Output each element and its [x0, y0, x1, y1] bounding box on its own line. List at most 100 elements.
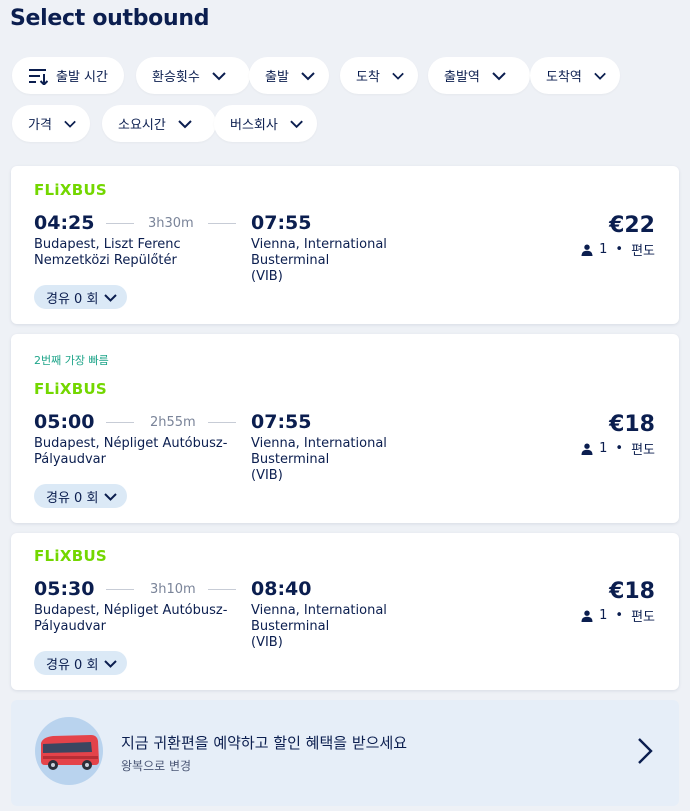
trip-type: 편도	[631, 443, 655, 458]
divider	[106, 223, 134, 224]
filter-label: 출발	[265, 70, 289, 85]
station-line: Pályaudvar	[34, 619, 106, 634]
filter-label: 환승횟수	[152, 70, 200, 85]
filter-price[interactable]: 가격	[12, 105, 90, 142]
separator-dot: •	[615, 242, 624, 257]
fastest-tag: 2번째 가장 빠름	[34, 354, 109, 367]
trip-card[interactable]: FLiXBUS 04:25 3h30m 07:55 Budapest, Lisz…	[11, 166, 679, 324]
station-line: Vienna, International Busterminal	[251, 237, 387, 268]
filter-label: 도착	[356, 70, 380, 85]
station-line: Nemzetközi Repülőtér	[34, 253, 177, 268]
filter-departure-station[interactable]: 출발역	[428, 57, 530, 94]
filter-label: 출발 시간	[56, 70, 108, 85]
filter-departure-time-sort[interactable]: 출발 시간	[12, 57, 124, 94]
chevron-down-icon	[392, 72, 404, 80]
trip-type: 편도	[631, 244, 655, 259]
page-title: Select outbound	[10, 6, 210, 31]
price: €18	[609, 579, 655, 604]
stops-toggle[interactable]: 경유 0 회	[34, 651, 128, 675]
chevron-down-icon	[290, 120, 303, 128]
passenger-info: 1 • 편도	[581, 439, 655, 458]
sort-icon	[29, 68, 48, 85]
chevron-down-icon	[104, 659, 118, 668]
station-line: (VIB)	[251, 269, 283, 284]
divider	[106, 422, 134, 423]
arrival-station: Vienna, International Busterminal (VIB)	[251, 436, 466, 484]
arrival-time: 07:55	[251, 212, 312, 234]
station-line: (VIB)	[251, 468, 283, 483]
operator-logo: FLiXBUS	[34, 181, 108, 199]
filter-label: 출발역	[444, 70, 480, 85]
person-icon	[581, 443, 593, 455]
chevron-down-icon	[594, 72, 606, 80]
divider	[208, 589, 236, 590]
trip-type: 편도	[631, 610, 655, 625]
price: €22	[609, 213, 655, 238]
station-line: Pályaudvar	[34, 452, 106, 467]
chevron-down-icon	[492, 71, 506, 80]
person-icon	[581, 610, 593, 622]
arrival-time: 08:40	[251, 578, 312, 600]
departure-station: Budapest, Népliget Autóbusz- Pályaudvar	[34, 436, 249, 468]
separator-dot: •	[615, 441, 624, 456]
arrival-time: 07:55	[251, 411, 312, 433]
departure-time: 05:30	[34, 578, 95, 600]
chevron-right-icon[interactable]	[635, 736, 655, 766]
stops-label: 경유 0 회	[46, 490, 99, 506]
separator-dot: •	[615, 608, 624, 623]
filter-label: 소요시간	[118, 118, 166, 133]
filter-label: 버스회사	[230, 118, 278, 133]
promo-subtitle: 왕복으로 변경	[121, 759, 192, 773]
filter-arrival-station[interactable]: 도착역	[530, 57, 620, 94]
station-line: Budapest, Liszt Ferenc	[34, 237, 181, 252]
station-line: (VIB)	[251, 635, 283, 650]
trip-duration: 3h30m	[148, 216, 194, 231]
departure-time: 05:00	[34, 411, 95, 433]
filter-arrival[interactable]: 도착	[340, 57, 418, 94]
divider	[106, 589, 134, 590]
departure-station: Budapest, Népliget Autóbusz- Pályaudvar	[34, 603, 249, 635]
stops-label: 경유 0 회	[46, 657, 99, 673]
arrival-station: Vienna, International Busterminal (VIB)	[251, 603, 466, 651]
chevron-down-icon	[301, 71, 315, 80]
filter-departure[interactable]: 출발	[249, 57, 329, 94]
chevron-down-icon	[104, 492, 118, 501]
return-trip-promo[interactable]: 지금 귀환편을 예약하고 할인 혜택을 받으세요 왕복으로 변경	[11, 700, 679, 806]
chevron-down-icon	[212, 71, 226, 80]
divider	[208, 223, 236, 224]
operator-logo: FLiXBUS	[34, 380, 108, 398]
promo-title: 지금 귀환편을 예약하고 할인 혜택을 받으세요	[121, 734, 408, 752]
station-line: Budapest, Népliget Autóbusz-	[34, 603, 228, 618]
station-line: Vienna, International Busterminal	[251, 436, 387, 467]
filter-bus-company[interactable]: 버스회사	[214, 105, 317, 142]
departure-time: 04:25	[34, 212, 95, 234]
chevron-down-icon	[104, 293, 118, 302]
filter-transfers[interactable]: 환승횟수	[136, 57, 250, 94]
trip-card[interactable]: FLiXBUS 05:30 3h10m 08:40 Budapest, Népl…	[11, 533, 679, 690]
trip-duration: 3h10m	[150, 582, 196, 597]
filter-label: 도착역	[546, 70, 582, 85]
person-icon	[581, 244, 593, 256]
price: €18	[609, 412, 655, 437]
departure-station: Budapest, Liszt Ferenc Nemzetközi Repülő…	[34, 237, 249, 269]
chevron-down-icon	[64, 120, 76, 128]
station-line: Budapest, Népliget Autóbusz-	[34, 436, 228, 451]
bus-icon	[41, 735, 99, 770]
stops-toggle[interactable]: 경유 0 회	[34, 285, 128, 309]
trip-duration: 2h55m	[150, 415, 196, 430]
bus-illustration	[35, 717, 103, 785]
passenger-info: 1 • 편도	[581, 240, 655, 259]
trip-card[interactable]: 2번째 가장 빠름 FLiXBUS 05:00 2h55m 07:55 Buda…	[11, 334, 679, 523]
passenger-count: 1	[599, 242, 608, 257]
passenger-info: 1 • 편도	[581, 606, 655, 625]
filter-duration[interactable]: 소요시간	[102, 105, 216, 142]
chevron-down-icon	[178, 119, 192, 128]
stops-label: 경유 0 회	[46, 291, 99, 307]
filter-label: 가격	[28, 118, 52, 133]
stops-toggle[interactable]: 경유 0 회	[34, 484, 128, 508]
passenger-count: 1	[599, 441, 608, 456]
arrival-station: Vienna, International Busterminal (VIB)	[251, 237, 466, 285]
station-line: Vienna, International Busterminal	[251, 603, 387, 634]
operator-logo: FLiXBUS	[34, 547, 108, 565]
passenger-count: 1	[599, 608, 608, 623]
